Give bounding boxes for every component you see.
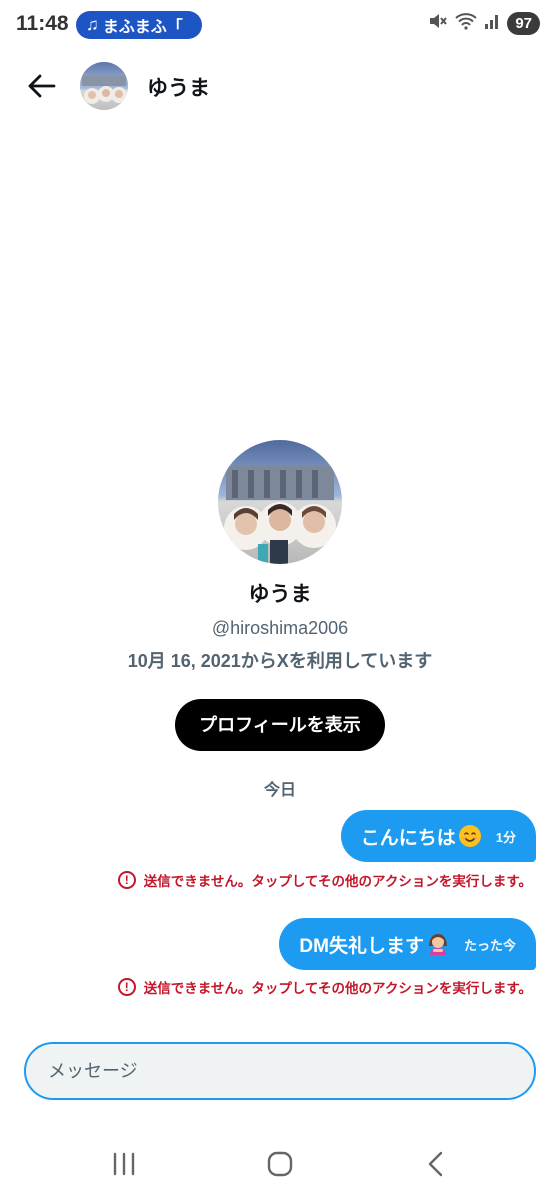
contact-name[interactable]: ゆうま	[147, 72, 210, 102]
home-icon	[267, 1151, 293, 1177]
recent-apps-icon	[113, 1152, 135, 1176]
profile-joined-date: 10月 16, 2021からXを利用しています	[127, 651, 433, 671]
media-pill[interactable]: ♫ まふまふ「	[76, 11, 202, 39]
date-separator: 今日	[263, 782, 296, 799]
send-error-notice[interactable]: ! 送信できません。タップしてその他のアクションを実行します。	[117, 977, 532, 997]
send-error-notice[interactable]: ! 送信できません。タップしてその他のアクションを実行します。	[117, 870, 532, 890]
music-note-icon: ♫	[86, 15, 99, 34]
status-icons: 97	[428, 12, 540, 35]
view-profile-button[interactable]: プロフィールを表示	[175, 699, 385, 751]
battery-badge: 97	[507, 12, 540, 35]
profile-name: ゆうま	[248, 583, 312, 606]
media-title: まふまふ「	[102, 19, 183, 36]
bowing-girl-emoji	[428, 934, 447, 955]
message-text: DM失礼します	[299, 935, 424, 957]
message-bubble[interactable]: こんにちは 1分	[340, 810, 536, 862]
message-time: たった今	[463, 937, 516, 953]
conversation-header: ゆうま	[0, 56, 560, 116]
error-text: 送信できません。タップしてその他のアクションを実行します。	[143, 874, 532, 889]
mute-icon	[428, 12, 448, 35]
signal-icon	[484, 12, 500, 35]
error-text: 送信できません。タップしてその他のアクションを実行します。	[143, 981, 532, 996]
nav-back-button[interactable]	[416, 1148, 456, 1180]
profile-avatar[interactable]	[218, 440, 342, 564]
error-icon: !	[117, 978, 136, 996]
wifi-icon	[455, 12, 477, 35]
system-nav-bar	[0, 1130, 560, 1200]
message-composer[interactable]	[24, 1042, 536, 1100]
status-time: 11:48	[16, 12, 69, 35]
contact-avatar[interactable]	[80, 62, 128, 110]
status-bar: 11:48 ♫ まふまふ「 97	[0, 0, 560, 50]
message-input[interactable]	[48, 1060, 534, 1082]
error-icon: !	[117, 871, 136, 889]
smiling-face-emoji	[458, 825, 481, 847]
home-button[interactable]	[260, 1148, 300, 1180]
profile-card: ゆうま @hiroshima2006 10月 16, 2021からXを利用してい…	[0, 440, 560, 751]
arrow-left-icon	[28, 74, 56, 98]
message-time: 1分	[495, 829, 516, 845]
recent-apps-button[interactable]	[104, 1148, 144, 1180]
message-text: こんにちは	[360, 827, 456, 849]
profile-handle: @hiroshima2006	[211, 618, 349, 638]
back-icon	[428, 1151, 443, 1177]
back-button[interactable]	[24, 66, 60, 106]
message-bubble[interactable]: DM失礼します たった今	[279, 918, 536, 970]
